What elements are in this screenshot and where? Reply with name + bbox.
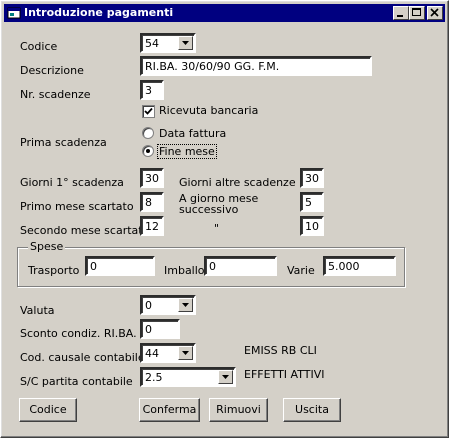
causale-description: EMISS RB CLI — [244, 344, 317, 357]
chevron-down-icon[interactable] — [178, 36, 193, 50]
conferma-button[interactable]: Conferma — [139, 398, 200, 422]
codice-label: Codice — [20, 40, 58, 53]
codice-button[interactable]: Codice — [19, 398, 77, 422]
sc-partita-select[interactable]: 2.5 — [140, 367, 236, 387]
data-fattura-label: Data fattura — [159, 127, 227, 140]
maximize-button[interactable] — [409, 6, 425, 20]
giorni-prima-label: Giorni 1° scadenza — [20, 176, 124, 189]
maximize-icon — [412, 8, 421, 16]
ditto-mark: " — [214, 222, 220, 235]
window-title: Introduzione pagamenti — [24, 6, 174, 19]
data-fattura-radio[interactable] — [142, 127, 154, 139]
secondo-mese-field[interactable]: 12 — [140, 216, 164, 236]
valuta-label: Valuta — [20, 304, 55, 317]
primo-mese-field[interactable]: 8 — [140, 192, 164, 212]
a-giorno-line2: successivo — [179, 203, 239, 216]
descrizione-label: Descrizione — [20, 64, 84, 77]
a-giorno-label: A giorno mese successivo — [179, 193, 258, 215]
secondo-giorno-field[interactable]: 10 — [300, 216, 324, 236]
app-icon — [7, 7, 21, 19]
nr-scadenze-field[interactable]: 3 — [140, 80, 164, 100]
trasporto-field[interactable]: 0 — [85, 256, 155, 276]
title-bar[interactable]: Introduzione pagamenti — [4, 4, 445, 22]
uscita-button[interactable]: Uscita — [283, 398, 341, 422]
ricevuta-label: Ricevuta bancaria — [159, 104, 259, 117]
sconto-label: Sconto condiz. RI.BA. — [20, 327, 137, 340]
checkmark-icon — [144, 107, 153, 115]
fine-mese-label: Fine mese — [157, 144, 217, 159]
close-icon — [430, 8, 439, 17]
sc-partita-label: S/C partita contabile — [20, 375, 133, 388]
minimize-button[interactable] — [393, 6, 409, 20]
valuta-select[interactable]: 0 — [140, 295, 196, 315]
ricevuta-checkbox[interactable] — [142, 105, 155, 118]
varie-label: Varie — [287, 264, 315, 277]
causale-select[interactable]: 44 — [140, 343, 196, 363]
a-giorno-field[interactable]: 5 — [300, 192, 324, 212]
radio-dot-icon — [146, 149, 150, 153]
imballo-label: Imballo — [164, 264, 205, 277]
chevron-down-icon[interactable] — [178, 346, 193, 360]
sconto-field[interactable]: 0 — [140, 319, 180, 339]
valuta-value: 0 — [145, 299, 152, 312]
descrizione-field[interactable]: RI.BA. 30/60/90 GG. F.M. — [140, 56, 372, 76]
fine-mese-radio[interactable] — [142, 145, 154, 157]
nr-scadenze-label: Nr. scadenze — [20, 88, 91, 101]
chevron-down-icon[interactable] — [218, 370, 233, 384]
varie-field[interactable]: 5.000 — [323, 256, 396, 276]
partita-description: EFFETTI ATTIVI — [244, 368, 325, 381]
giorni-prima-field[interactable]: 30 — [140, 168, 164, 188]
secondo-mese-label: Secondo mese scartato — [20, 224, 150, 237]
imballo-field[interactable]: 0 — [204, 256, 277, 276]
prima-scadenza-label: Prima scadenza — [20, 136, 107, 149]
giorni-altre-label: Giorni altre scadenze — [179, 176, 296, 189]
causale-value: 44 — [145, 347, 159, 360]
sc-partita-value: 2.5 — [145, 371, 163, 384]
primo-mese-label: Primo mese scartato — [20, 200, 134, 213]
spese-title: Spese — [28, 240, 66, 253]
chevron-down-icon[interactable] — [178, 298, 193, 312]
causale-label: Cod. causale contabile — [20, 351, 145, 364]
trasporto-label: Trasporto — [28, 264, 80, 277]
codice-select[interactable]: 54 — [140, 33, 196, 53]
close-button[interactable] — [427, 6, 443, 20]
rimuovi-button[interactable]: Rimuovi — [209, 398, 268, 422]
codice-value: 54 — [145, 37, 159, 50]
giorni-altre-field[interactable]: 30 — [300, 168, 324, 188]
minimize-icon — [397, 15, 403, 17]
